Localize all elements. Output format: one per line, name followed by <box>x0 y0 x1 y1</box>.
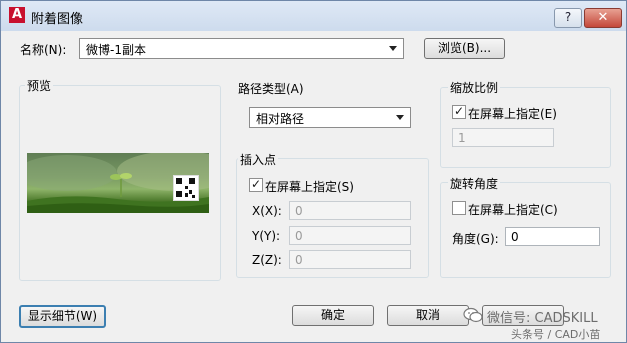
watermark-sub-text: 头条号 / CAD小苗 <box>511 328 601 341</box>
rotation-label: 旋转角度 <box>448 175 501 192</box>
attach-image-dialog: A 附着图像 ? ✕ 名称(N): 微博-1副本 浏览(B)... 预览 路径类… <box>0 0 627 343</box>
insertion-specify-label: 在屏幕上指定(S) <box>265 180 354 194</box>
title-bar: A 附着图像 ? ✕ <box>1 1 626 31</box>
y-label: Y(Y): <box>252 229 281 243</box>
x-field[interactable]: 0 <box>289 201 411 220</box>
angle-label: 角度(G): <box>452 232 499 246</box>
scale-field[interactable]: 1 <box>452 128 554 147</box>
dialog-title: 附着图像 <box>31 12 84 27</box>
rotation-specify-checkbox[interactable] <box>452 201 466 215</box>
angle-value: 0 <box>511 230 519 244</box>
cancel-button[interactable]: 取消 <box>387 305 469 326</box>
qr-code <box>173 175 199 201</box>
name-label: 名称(N): <box>20 43 67 57</box>
x-value: 0 <box>295 204 303 218</box>
y-value: 0 <box>295 229 303 243</box>
insertion-specify-checkbox[interactable] <box>249 177 263 192</box>
path-type-value: 相对路径 <box>256 112 305 126</box>
insertion-point-label: 插入点 <box>238 151 279 168</box>
autocad-logo-icon: A <box>9 7 25 23</box>
browse-button[interactable]: 浏览(B)... <box>424 38 505 59</box>
wechat-icon <box>463 307 483 323</box>
path-type-label: 路径类型(A) <box>238 82 304 96</box>
ok-button[interactable]: 确定 <box>292 305 374 326</box>
name-value: 微博-1副本 <box>86 43 146 57</box>
preview-label: 预览 <box>25 77 54 94</box>
close-button[interactable]: ✕ <box>584 8 622 28</box>
help-button[interactable]: ? <box>554 8 582 28</box>
path-type-dropdown[interactable]: 相对路径 <box>249 107 411 128</box>
name-dropdown[interactable]: 微博-1副本 <box>79 38 404 59</box>
show-details-button[interactable]: 显示细节(W) <box>19 305 106 328</box>
scale-specify-checkbox[interactable] <box>452 104 466 119</box>
x-label: X(X): <box>252 204 282 218</box>
scale-specify-label: 在屏幕上指定(E) <box>468 107 557 121</box>
chevron-down-icon <box>389 46 397 51</box>
z-field[interactable]: 0 <box>289 250 411 269</box>
watermark-wechat-text: 微信号: CADSKILL <box>487 311 598 326</box>
y-field[interactable]: 0 <box>289 226 411 245</box>
scale-label: 缩放比例 <box>448 79 501 96</box>
z-value: 0 <box>295 253 303 267</box>
rotation-specify-label: 在屏幕上指定(C) <box>468 203 558 217</box>
scale-value: 1 <box>458 131 466 145</box>
z-label: Z(Z): <box>252 253 282 267</box>
angle-field[interactable]: 0 <box>505 227 600 246</box>
chevron-down-icon <box>396 115 404 120</box>
